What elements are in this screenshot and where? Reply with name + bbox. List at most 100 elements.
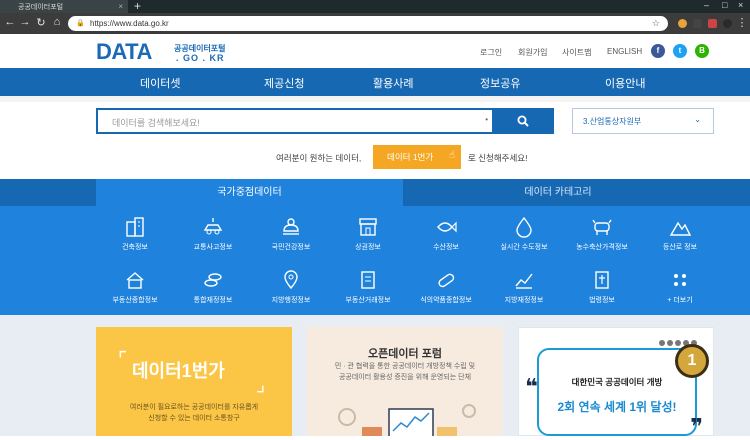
request-button-label: 데이터 1번가 bbox=[387, 152, 434, 162]
english-link[interactable]: ENGLISH bbox=[607, 47, 642, 56]
category-label: 부동산거래정보 bbox=[345, 297, 391, 304]
new-tab-icon[interactable]: + bbox=[134, 0, 141, 13]
category-item-real-estate[interactable]: 부동산종합정보 bbox=[95, 269, 175, 305]
hand-pointer-icon: ☝ bbox=[448, 150, 455, 161]
minimize-icon[interactable]: – bbox=[704, 0, 709, 10]
extension-icon[interactable] bbox=[693, 19, 702, 28]
card3-line2: 2회 연속 세계 1위 달성! bbox=[557, 400, 677, 414]
fish-icon bbox=[437, 221, 457, 233]
cow-icon bbox=[592, 219, 612, 235]
building-icon bbox=[126, 217, 144, 237]
category-label: 국민건강정보 bbox=[271, 244, 311, 251]
category-item-agri-price[interactable]: 농수축산가격정보 bbox=[562, 216, 642, 252]
category-label: 부동산종합정보 bbox=[112, 297, 158, 304]
org-select-value: 3.산업통상자원부 bbox=[583, 117, 642, 126]
category-item-commercial[interactable]: 상권정보 bbox=[328, 216, 408, 252]
request-text-before: 여러분이 원하는 데이터, bbox=[276, 153, 362, 163]
category-item-local-admin[interactable]: 지방행정정보 bbox=[251, 269, 331, 305]
water-drop-icon bbox=[516, 216, 532, 238]
org-select[interactable]: 3.산업통상자원부 ⌄ bbox=[572, 108, 714, 134]
extension-icon[interactable] bbox=[678, 19, 687, 28]
health-icon bbox=[283, 218, 299, 235]
nav-usecase[interactable]: 활용사례 bbox=[373, 75, 413, 91]
category-label: 상권정보 bbox=[355, 244, 381, 251]
forward-icon[interactable]: → bbox=[18, 16, 32, 28]
extension-icon[interactable] bbox=[708, 19, 717, 28]
category-label: 교통사고정보 bbox=[193, 244, 233, 251]
category-item-finance[interactable]: 통합재정정보 bbox=[173, 269, 253, 305]
lock-icon: 🔒 bbox=[76, 20, 85, 27]
card1-desc-line: 여러분이 필요로하는 공공데이터를 자유롭게 bbox=[129, 404, 259, 411]
traffic-accident-icon bbox=[203, 218, 223, 235]
bookmark-star-icon[interactable]: ☆ bbox=[652, 18, 660, 29]
category-label: + 더보기 bbox=[667, 297, 693, 304]
search-input[interactable]: 데이터를 검색해보세요! • bbox=[96, 108, 506, 134]
category-item-real-estate-trade[interactable]: 부동산거래정보 bbox=[328, 269, 408, 305]
search-button[interactable] bbox=[492, 108, 554, 134]
category-item-more[interactable]: + 더보기 bbox=[640, 269, 720, 305]
menu-icon[interactable]: ⋮ bbox=[735, 16, 749, 29]
tab-national-key-data[interactable]: 국가중점데이터 bbox=[96, 179, 403, 206]
data-1st-street-button[interactable]: 데이터 1번가 ☝ bbox=[373, 145, 461, 169]
mountain-icon bbox=[669, 221, 691, 236]
card3-frame bbox=[537, 348, 697, 436]
nav-guide[interactable]: 이용안내 bbox=[605, 75, 645, 91]
category-item-hiking[interactable]: 등산로 정보 bbox=[640, 216, 720, 252]
category-label: 등산로 정보 bbox=[662, 244, 698, 251]
category-item-food-drug[interactable]: 식의약품종합정보 bbox=[406, 269, 486, 305]
category-label: 통합재정정보 bbox=[193, 297, 233, 304]
nav-dataset[interactable]: 데이터셋 bbox=[140, 75, 180, 91]
maximize-icon[interactable]: □ bbox=[722, 0, 727, 10]
map-pin-icon bbox=[284, 270, 298, 290]
bracket-right: ⌟ bbox=[256, 374, 266, 396]
tab-data-category[interactable]: 데이터 카테고리 bbox=[403, 179, 713, 206]
category-item-fishery[interactable]: 수산정보 bbox=[406, 216, 486, 252]
browser-tabbar: 공공데이터포털 × + – □ × bbox=[0, 0, 750, 13]
window-close-icon[interactable]: × bbox=[738, 0, 743, 10]
world-rank-card[interactable]: ❝ ❞ 대한민국 공공데이터 개방 2회 연속 세계 1위 달성! 1 bbox=[518, 327, 714, 439]
facebook-icon[interactable]: f bbox=[651, 44, 665, 58]
blog-icon[interactable]: B bbox=[695, 44, 709, 58]
chevron-down-icon: ⌄ bbox=[694, 115, 701, 124]
reload-icon[interactable]: ↻ bbox=[34, 16, 48, 29]
nav-submenu-strip bbox=[0, 96, 750, 102]
coins-icon bbox=[204, 273, 222, 287]
signup-link[interactable]: 회원가입 bbox=[518, 47, 547, 58]
category-item-water[interactable]: 실시간 수도정보 bbox=[484, 216, 564, 252]
category-label: 실시간 수도정보 bbox=[500, 244, 548, 251]
data-1st-street-card[interactable]: ⌜ 데이터1번가 ⌟ 여러분이 필요로하는 공공데이터를 자유롭게 신청할 수 … bbox=[96, 327, 292, 436]
card1-title: 데이터1번가 bbox=[132, 361, 225, 381]
nav-share[interactable]: 정보공유 bbox=[480, 75, 520, 91]
open-data-forum-card[interactable]: 오픈데이터 포럼 민 · 관 협력을 통한 공공데이터 개방정책 수립 및 공공… bbox=[307, 327, 503, 436]
category-item-health[interactable]: 국민건강정보 bbox=[251, 216, 331, 252]
category-item-law[interactable]: 법령정보 bbox=[562, 269, 642, 305]
nav-request[interactable]: 제공신청 bbox=[264, 75, 304, 91]
category-item-traffic-accident[interactable]: 교통사고정보 bbox=[173, 216, 253, 252]
chart-icon bbox=[515, 273, 533, 289]
twitter-icon[interactable]: t bbox=[673, 44, 687, 58]
site-header: DATA 공공데이터포털 . GO . KR 로그인 회원가입 사이트맵 ENG… bbox=[0, 34, 750, 68]
logo[interactable]: DATA bbox=[96, 39, 152, 65]
close-quote-icon: ❞ bbox=[690, 414, 703, 439]
store-icon bbox=[359, 218, 377, 236]
category-item-local-finance[interactable]: 지방재정정보 bbox=[484, 269, 564, 305]
category-label: 건축정보 bbox=[122, 244, 148, 251]
card2-desc-line: 공공데이터 활용성 증진을 위해 운영되는 단체 bbox=[338, 374, 472, 381]
address-bar[interactable]: 🔒 https://www.data.go.kr ☆ bbox=[68, 16, 668, 31]
sitemap-link[interactable]: 사이트맵 bbox=[562, 47, 591, 58]
main-nav: 데이터셋 제공신청 활용사례 정보공유 이용안내 bbox=[0, 68, 750, 96]
browser-tab[interactable]: 공공데이터포털 × bbox=[0, 0, 128, 13]
card2-description: 민 · 관 협력을 통한 공공데이터 개방정책 수립 및 공공데이터 활용성 증… bbox=[307, 361, 503, 383]
category-item-building[interactable]: 건축정보 bbox=[95, 216, 175, 252]
document-icon bbox=[361, 271, 375, 289]
category-tabs: 국가중점데이터 데이터 카테고리 bbox=[0, 179, 750, 206]
login-link[interactable]: 로그인 bbox=[480, 47, 502, 58]
category-label: 지방행정정보 bbox=[271, 297, 311, 304]
card1-desc-line: 신청할 수 있는 데이터 소통창구 bbox=[148, 415, 240, 422]
profile-icon[interactable] bbox=[723, 19, 732, 28]
home-icon[interactable]: ⌂ bbox=[50, 16, 64, 28]
back-icon[interactable]: ← bbox=[3, 16, 17, 28]
category-section: 국가중점데이터 데이터 카테고리 건축정보 교통사고정보 국민건강정보 상권정보… bbox=[0, 179, 750, 315]
close-tab-icon[interactable]: × bbox=[118, 2, 123, 11]
search-options-icon[interactable]: • bbox=[485, 115, 488, 124]
